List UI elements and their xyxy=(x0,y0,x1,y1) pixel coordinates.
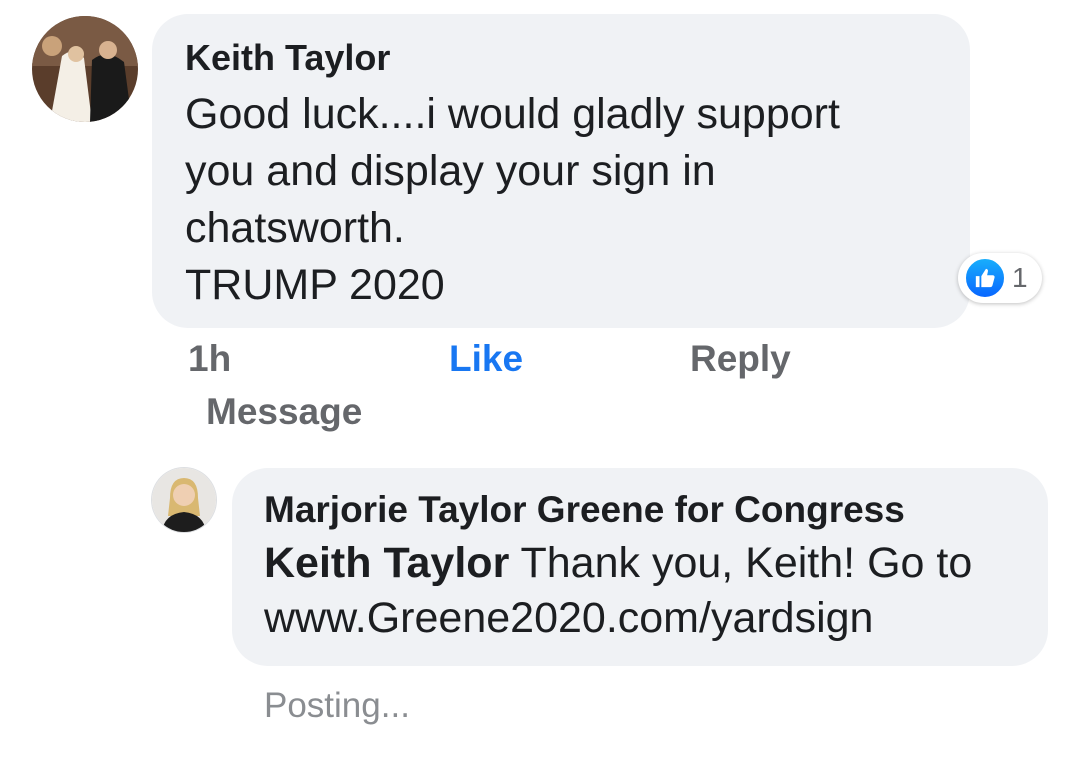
reaction-count: 1 xyxy=(1012,262,1028,293)
reply-bubble: Marjorie Taylor Greene for Congress Keit… xyxy=(232,468,1048,666)
reaction-summary[interactable]: 1 xyxy=(958,253,1042,303)
wedding-photo-avatar-icon xyxy=(32,16,138,122)
comment-author-name[interactable]: Keith Taylor xyxy=(185,36,940,80)
comment-text: Good luck....i would gladly support you … xyxy=(185,90,840,309)
reply-author-name[interactable]: Marjorie Taylor Greene for Congress xyxy=(264,488,1018,532)
like-button[interactable]: Like xyxy=(449,337,523,381)
comment-timestamp[interactable]: 1h xyxy=(188,337,231,381)
mention-link[interactable]: Keith Taylor xyxy=(264,539,509,587)
message-button[interactable]: Message xyxy=(206,390,362,434)
comment-bubble: Keith Taylor Good luck....i would gladly… xyxy=(152,14,970,328)
reply-button[interactable]: Reply xyxy=(690,337,791,381)
profile-photo-avatar-icon xyxy=(152,468,216,532)
posting-status: Posting... xyxy=(264,686,410,725)
commenter-avatar[interactable] xyxy=(32,16,138,122)
reply-text: Keith Taylor Thank you, Keith! Go to www… xyxy=(264,536,1018,646)
reply-author-avatar[interactable] xyxy=(152,468,216,532)
like-icon xyxy=(964,257,1006,299)
